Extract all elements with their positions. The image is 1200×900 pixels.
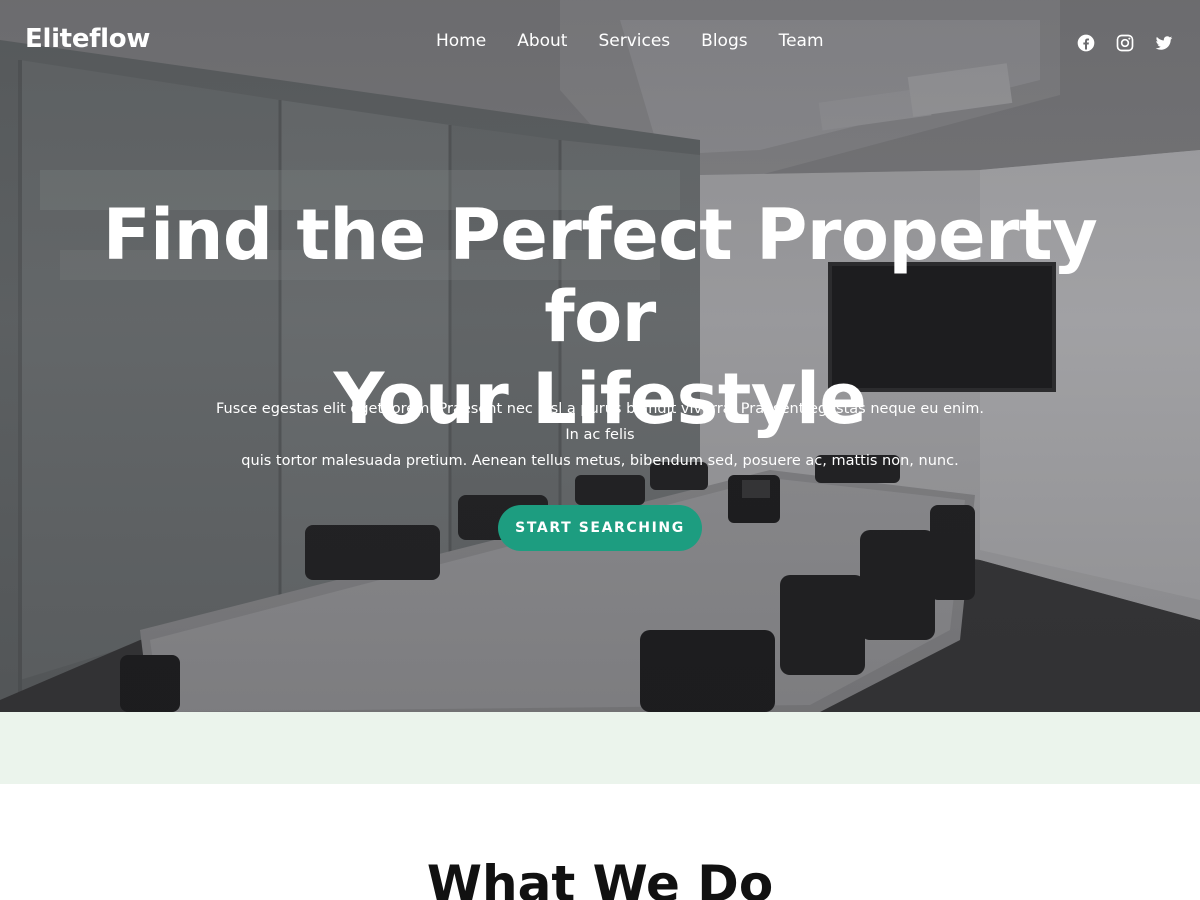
brand-logo[interactable]: Eliteflow [25, 24, 150, 54]
nav-item-services[interactable]: Services [598, 31, 670, 51]
social-links [1076, 33, 1174, 53]
hero-subtitle-line-2: quis tortor malesuada pretium. Aenean te… [241, 453, 959, 469]
facebook-icon[interactable] [1076, 33, 1096, 53]
hero-title-line-1: Find the Perfect Property for [102, 194, 1098, 358]
start-searching-button[interactable]: START SEARCHING [498, 505, 702, 551]
hero-subtitle-line-1: Fusce egestas elit eget lorem. Praesent … [216, 401, 984, 443]
page: Eliteflow Home About Services Blogs Team [0, 0, 1200, 900]
instagram-icon[interactable] [1115, 33, 1135, 53]
twitter-icon[interactable] [1154, 33, 1174, 53]
nav-item-about[interactable]: About [517, 31, 567, 51]
hero-section: Eliteflow Home About Services Blogs Team [0, 0, 1200, 712]
hero-subtitle: Fusce egestas elit eget lorem. Praesent … [210, 396, 990, 474]
section-title: What We Do [426, 855, 774, 900]
main-menu: Home About Services Blogs Team [436, 31, 824, 51]
top-nav: Eliteflow Home About Services Blogs Team [0, 0, 1200, 84]
nav-item-home[interactable]: Home [436, 31, 486, 51]
nav-item-team[interactable]: Team [779, 31, 824, 51]
nav-item-blogs[interactable]: Blogs [701, 31, 747, 51]
feature-strip [0, 712, 1200, 784]
